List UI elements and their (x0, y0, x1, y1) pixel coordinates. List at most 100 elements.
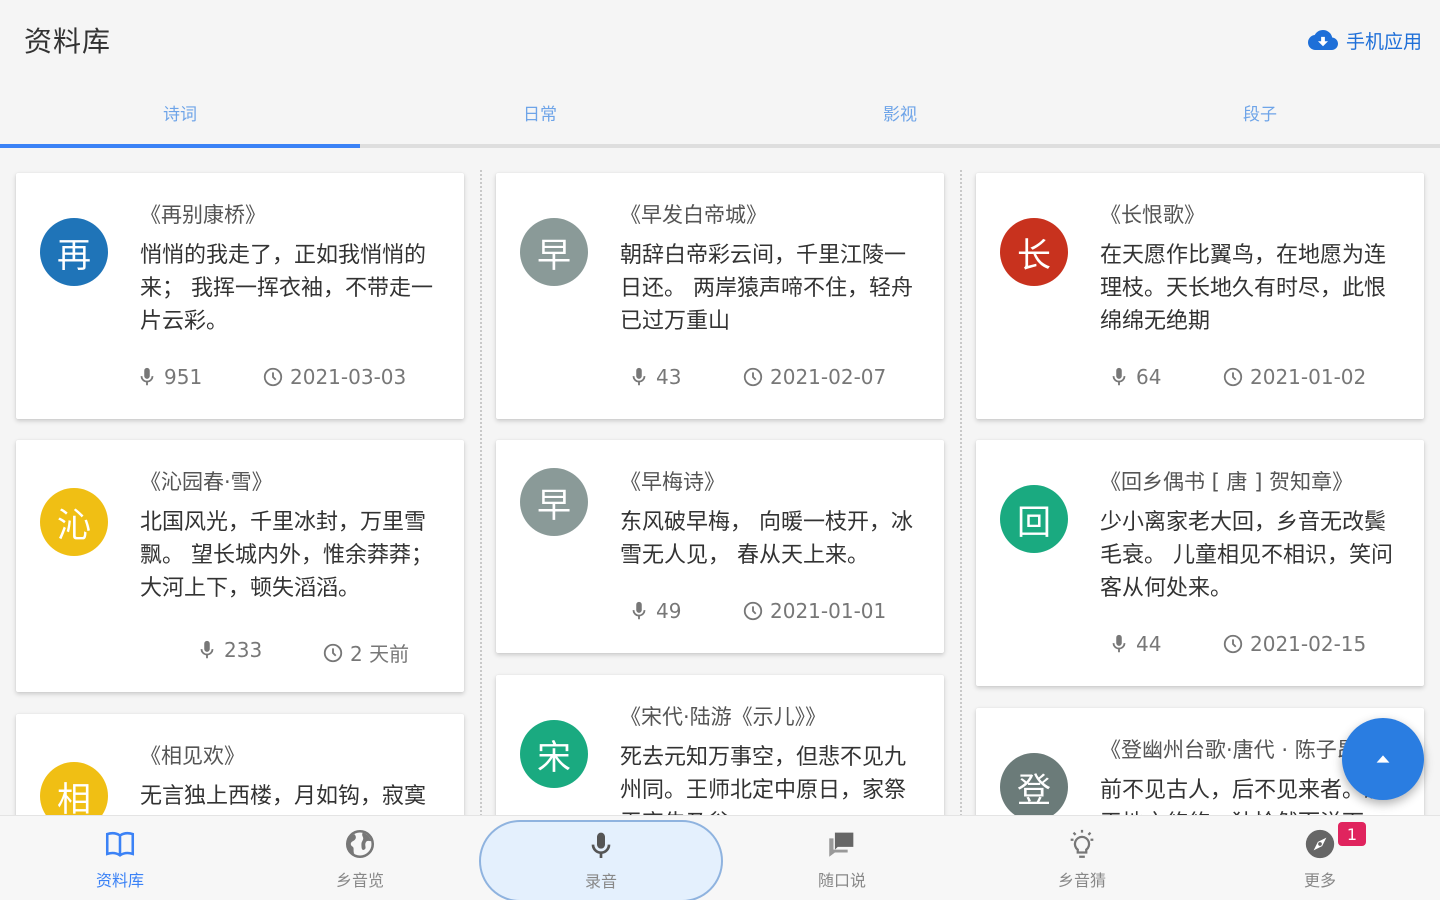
card-avatar: 回 (1000, 485, 1068, 553)
category-tabs: 诗词 日常 影视 段子 (0, 84, 1440, 148)
card-date: 2021-02-15 (1222, 632, 1366, 656)
card-avatar: 早 (520, 468, 588, 536)
cloud-download-icon (1307, 30, 1338, 50)
card-avatar: 长 (1000, 218, 1068, 286)
app-root: 资料库 手机应用 诗词 日常 影视 段子 再 《再别康桥》 悄悄的我走了，正如我… (0, 0, 1440, 900)
play-count-value: 49 (656, 599, 682, 623)
clock-icon (323, 643, 343, 662)
page-title: 资料库 (24, 25, 112, 58)
card-title: 《回乡偶书 [ 唐 ] 贺知章》 (1100, 470, 1354, 494)
play-count: 44 (1108, 632, 1161, 656)
nav-library-label: 资料库 (95, 870, 144, 890)
clock-icon (263, 367, 283, 387)
card-date-value: 2 天前 (350, 642, 410, 666)
card-title: 《沁园春·雪》 (140, 470, 273, 494)
card-changhenge[interactable]: 长 《长恨歌》 在天愿作比翼鸟，在地愿为连理枝。天长地久有时尽，此恨绵绵无绝期 … (976, 173, 1424, 419)
card-huixiang-oushu[interactable]: 回 《回乡偶书 [ 唐 ] 贺知章》 少小离家老大回，乡音无改鬓毛衰。 儿童相见… (976, 440, 1424, 686)
card-date-value: 2021-02-15 (1250, 632, 1367, 656)
card-avatar: 再 (40, 218, 108, 286)
mobile-app-label: 手机应用 (1345, 30, 1422, 53)
play-count-value: 64 (1136, 365, 1162, 389)
clock-icon (743, 601, 763, 621)
nav-casual-talk-label: 随口说 (817, 870, 866, 890)
card-title: 《相见欢》 (140, 744, 245, 768)
clock-icon (743, 367, 763, 387)
mic-icon (632, 601, 646, 620)
card-avatar: 登 (1000, 753, 1068, 821)
card-title: 《长恨歌》 (1100, 203, 1205, 227)
notification-badge: 1 (1338, 822, 1366, 846)
card-date: 2021-01-02 (1222, 365, 1366, 389)
play-count-value: 44 (1136, 632, 1162, 656)
tab-film[interactable]: 影视 (720, 84, 1080, 144)
card-zaomei-shi[interactable]: 早 《早梅诗》 东风破早梅， 向暖一枝开，冰雪无人见， 春从天上来。 49 20… (496, 440, 944, 653)
card-text: 朝辞白帝彩云间，千里江陵一日还。 两岸猿声啼不住，轻舟已过万重山 (620, 243, 913, 334)
card-text: 北国风光，千里冰封，万里雪飘。 望长城内外，惟余莽莽；大河上下，顿失滔滔。 (140, 510, 433, 601)
tab-daily[interactable]: 日常 (360, 84, 720, 144)
card-date: 2021-01-01 (742, 599, 886, 623)
card-date-value: 2021-01-02 (1250, 365, 1367, 389)
mic-icon (1112, 634, 1126, 653)
card-qinyuanchun-xue[interactable]: 沁 《沁园春·雪》 北国风光，千里冰封，万里雪飘。 望长城内外，惟余莽莽；大河上… (16, 440, 464, 692)
card-avatar: 早 (520, 218, 588, 286)
card-date: 2021-03-03 (262, 365, 406, 389)
card-title: 《早发白帝城》 (620, 203, 767, 227)
column-divider (960, 170, 962, 820)
play-count: 43 (628, 365, 681, 389)
play-count-value: 951 (164, 365, 203, 389)
card-zaofa-baidicheng[interactable]: 早 《早发白帝城》 朝辞白帝彩云间，千里江陵一日还。 两岸猿声啼不住，轻舟已过万… (496, 173, 944, 419)
card-text: 少小离家老大回，乡音无改鬓毛衰。 儿童相见不相识，笑问客从何处来。 (1100, 510, 1393, 601)
app-header: 资料库 手机应用 (0, 0, 1440, 84)
book-icon (105, 831, 135, 857)
card-text: 悄悄的我走了，正如我悄悄的来； 我挥一挥衣袖，不带走一片云彩。 (140, 243, 433, 334)
arrow-up-icon (1376, 755, 1390, 763)
tab-poetry[interactable]: 诗词 (0, 84, 360, 148)
nav-library[interactable]: 资料库 (0, 816, 240, 900)
compass-icon (1305, 829, 1335, 858)
card-text: 在天愿作比翼鸟，在地愿为连理枝。天长地久有时尽，此恨绵绵无绝期 (1100, 243, 1387, 334)
card-zaibie-kangqiao[interactable]: 再 《再别康桥》 悄悄的我走了，正如我悄悄的来； 我挥一挥衣袖，不带走一片云彩。… (16, 173, 464, 419)
card-date-value: 2021-03-03 (290, 365, 407, 389)
nav-dialect-browse-label: 乡音览 (335, 870, 384, 890)
mic-icon (591, 832, 611, 858)
mobile-app-link[interactable]: 手机应用 (1307, 25, 1422, 55)
record-button[interactable]: 录音 (479, 820, 723, 900)
play-count-value: 43 (656, 365, 682, 389)
mic-icon (1112, 367, 1126, 386)
card-title: 《再别康桥》 (140, 203, 266, 227)
clock-icon (1223, 634, 1243, 654)
column-divider (480, 170, 482, 820)
mic-icon (632, 367, 646, 386)
nav-casual-talk[interactable]: 随口说 (722, 816, 962, 900)
mic-icon (140, 367, 154, 386)
nav-dialect-guess[interactable]: 乡音猜 (962, 816, 1202, 900)
card-shier[interactable]: 宋 《宋代·陆游《示儿》》 死去元知万事空，但悲不见九州同。王师北定中原日，家祭… (496, 675, 944, 835)
play-count: 49 (628, 599, 681, 623)
card-date-value: 2021-02-07 (770, 365, 887, 389)
nav-more[interactable]: 更多 (1200, 816, 1440, 900)
card-title: 《早梅诗》 (620, 470, 725, 494)
clock-icon (1223, 367, 1243, 387)
card-title: 《登幽州台歌·唐代 · 陈子昂》 (1100, 738, 1379, 762)
card-title: 《宋代·陆游《示儿》》 (620, 705, 827, 729)
card-date: 2 天前 (322, 638, 409, 667)
play-count: 233 (196, 638, 262, 662)
play-count-value: 233 (224, 638, 263, 662)
card-date-value: 2021-01-01 (770, 599, 887, 623)
play-count: 951 (136, 365, 202, 389)
nav-dialect-guess-label: 乡音猜 (1057, 870, 1106, 890)
globe-icon (345, 829, 375, 858)
record-label: 录音 (584, 872, 617, 891)
lightbulb-icon (1070, 829, 1094, 858)
tab-jokes[interactable]: 段子 (1080, 84, 1440, 144)
card-date: 2021-02-07 (742, 365, 886, 389)
card-text: 东风破早梅， 向暖一枝开，冰雪无人见， 春从天上来。 (620, 510, 913, 568)
play-count: 64 (1108, 365, 1161, 389)
mic-icon (200, 640, 214, 659)
scroll-top-button[interactable] (1342, 718, 1424, 800)
nav-dialect-browse[interactable]: 乡音览 (240, 816, 480, 900)
bottom-nav: 资料库 乡音览 录音 随口说 乡音猜 更多 (0, 815, 1440, 900)
nav-more-label: 更多 (1303, 870, 1336, 890)
card-avatar: 宋 (520, 720, 588, 788)
card-avatar: 沁 (40, 488, 108, 556)
